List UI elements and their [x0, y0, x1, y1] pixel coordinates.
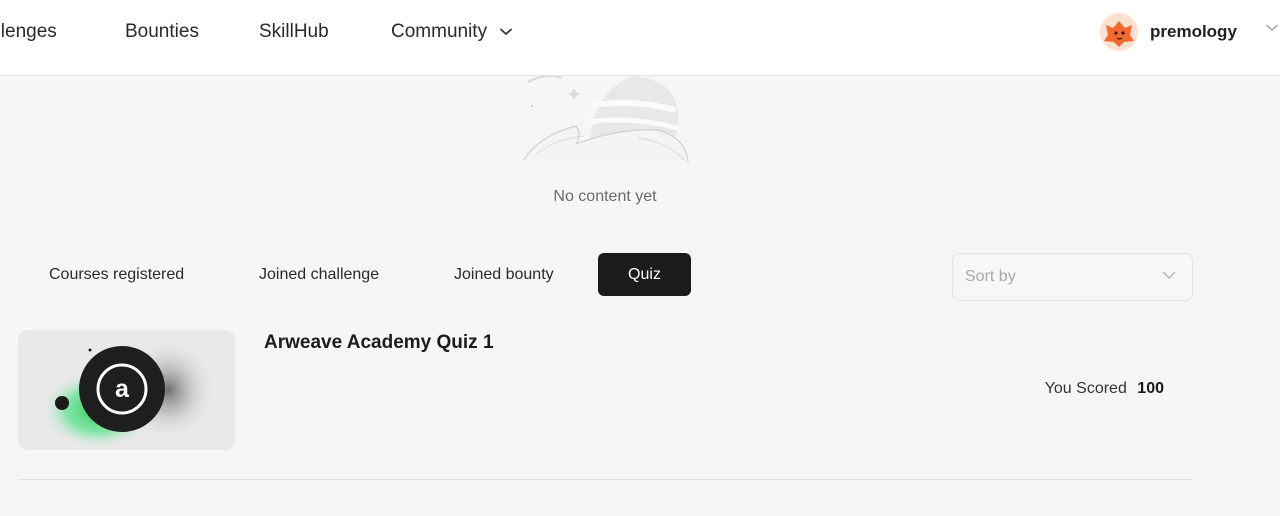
top-navigation-bar: allenges Bounties SkillHub Community pre…	[0, 0, 1280, 76]
user-menu[interactable]: premology	[1100, 12, 1237, 52]
sort-by-placeholder: Sort by	[965, 268, 1016, 285]
chevron-down-icon	[500, 28, 513, 35]
tab-joined-bounty[interactable]: Joined bounty	[440, 253, 568, 296]
svg-text:a: a	[115, 375, 130, 403]
quiz-card: a Arweave Academy Quiz 1 You Scored 100	[18, 330, 1193, 480]
score-value: 100	[1137, 380, 1164, 397]
empty-state-text: No content yet	[553, 188, 657, 205]
divider	[18, 479, 1193, 480]
quiz-score: You Scored 100	[1045, 380, 1164, 398]
nav-community[interactable]: Community	[391, 20, 513, 44]
tab-quiz[interactable]: Quiz	[598, 253, 691, 296]
avatar	[1100, 13, 1138, 51]
quiz-thumbnail[interactable]: a	[18, 330, 235, 450]
nav-challenges[interactable]: allenges	[0, 20, 57, 44]
quiz-title[interactable]: Arweave Academy Quiz 1	[264, 332, 494, 354]
fox-avatar-icon	[1100, 13, 1138, 51]
chevron-down-icon[interactable]	[1266, 24, 1278, 32]
tab-joined-challenge[interactable]: Joined challenge	[245, 253, 393, 296]
sort-by-select[interactable]: Sort by	[952, 253, 1193, 301]
arweave-logo-icon: a	[18, 330, 235, 450]
tab-courses-registered[interactable]: Courses registered	[35, 253, 198, 296]
username: premology	[1150, 22, 1237, 41]
nav-skillhub[interactable]: SkillHub	[259, 20, 329, 44]
empty-state-illustration	[523, 76, 689, 163]
nav-community-label: Community	[391, 21, 488, 42]
chevron-down-icon	[1162, 271, 1176, 280]
nav-bounties[interactable]: Bounties	[125, 20, 199, 44]
score-label: You Scored	[1044, 380, 1127, 397]
